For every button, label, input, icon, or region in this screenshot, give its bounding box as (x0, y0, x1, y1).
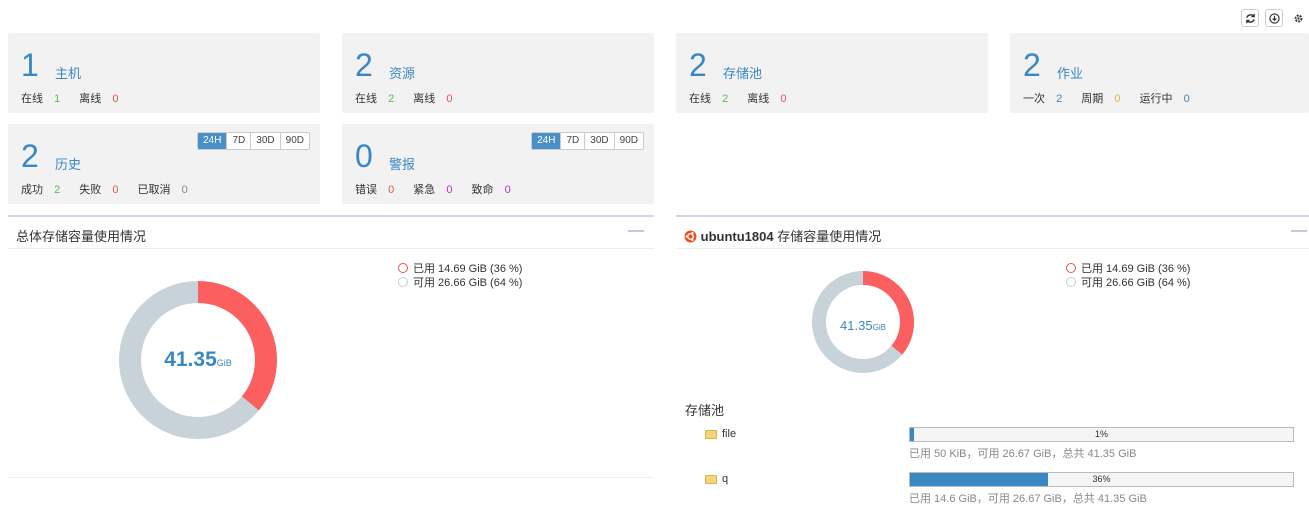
host-center-value: 41.35 (840, 318, 873, 333)
pool-usage-note: 已用 14.6 GiB，可用 26.67 GiB，总共 41.35 GiB (909, 493, 1147, 505)
pools-title[interactable]: 存储池 (723, 63, 762, 82)
pool-usage-bar: 36% (909, 472, 1294, 487)
download-icon (1268, 12, 1280, 24)
pool-name[interactable]: file (722, 428, 736, 440)
history-count: 2 (21, 138, 39, 174)
history-range-30d[interactable]: 30D (250, 133, 279, 149)
legend-free[interactable]: 可用 26.66 GiB (64 %) (1066, 275, 1190, 289)
alerts-title[interactable]: 警报 (389, 154, 415, 173)
hosts-title[interactable]: 主机 (55, 63, 81, 82)
history-range-90d[interactable]: 90D (279, 133, 309, 149)
history-range-selector: 24H 7D 30D 90D (197, 132, 310, 150)
refresh-button[interactable] (1241, 9, 1259, 27)
collapse-icon[interactable]: — (628, 222, 644, 240)
resources-card[interactable]: 2 资源 在线 2 离线 0 (342, 33, 654, 113)
settings-button[interactable] (1289, 9, 1307, 27)
total-center-unit: GiB (216, 358, 232, 368)
alerts-stats: 错误 0 紧急 0 致命 0 (355, 184, 511, 196)
total-storage-header: 总体存储容量使用情况 — (8, 217, 654, 249)
pool-item-q[interactable]: q (705, 473, 728, 485)
ubuntu-icon (684, 230, 697, 243)
alerts-range-90d[interactable]: 90D (613, 133, 643, 149)
history-title[interactable]: 历史 (55, 154, 81, 173)
alerts-range-7d[interactable]: 7D (560, 133, 584, 149)
alerts-range-30d[interactable]: 30D (584, 133, 613, 149)
hosts-count: 1 (21, 47, 39, 83)
pools-card[interactable]: 2 存储池 在线 2 离线 0 (676, 33, 988, 113)
pools-count: 2 (689, 47, 707, 83)
host-storage-panel: ubuntu1804 存储容量使用情况 — 41.35GiB 已用 14.69 … (676, 215, 1309, 513)
resources-title[interactable]: 资源 (389, 63, 415, 82)
jobs-title[interactable]: 作业 (1057, 63, 1083, 82)
total-storage-legend: 已用 14.69 GiB (36 %) 可用 26.66 GiB (64 %) (398, 261, 522, 289)
pool-item-file[interactable]: file (705, 428, 736, 440)
jobs-card[interactable]: 2 作业 一次 2 周期 0 运行中 0 (1010, 33, 1309, 113)
total-storage-title: 总体存储容量使用情况 (16, 229, 147, 244)
pool-usage-percent: 1% (1094, 429, 1108, 439)
download-button[interactable] (1265, 9, 1283, 27)
history-range-24h[interactable]: 24H (198, 133, 227, 149)
history-card[interactable]: 2 历史 24H 7D 30D 90D 成功 2 失败 0 已取消 0 (8, 124, 320, 204)
total-storage-center: 41.35GiB (158, 348, 238, 372)
resources-stats: 在线 2 离线 0 (355, 93, 453, 105)
hosts-card[interactable]: 1 主机 在线 1 离线 0 (8, 33, 320, 113)
alerts-range-selector: 24H 7D 30D 90D (531, 132, 644, 150)
host-center-unit: GiB (872, 323, 886, 332)
toolbar (1241, 9, 1307, 27)
refresh-icon (1245, 13, 1255, 23)
host-name[interactable]: ubuntu1804 (701, 229, 774, 244)
host-storage-legend: 已用 14.69 GiB (36 %) 可用 26.66 GiB (64 %) (1066, 261, 1190, 289)
total-center-value: 41.35 (164, 348, 217, 371)
resources-count: 2 (355, 47, 373, 83)
alerts-count: 0 (355, 138, 373, 174)
pools-stats: 在线 2 离线 0 (689, 93, 787, 105)
pool-usage-note: 已用 50 KiB，可用 26.67 GiB，总共 41.35 GiB (909, 448, 1137, 460)
history-range-7d[interactable]: 7D (226, 133, 250, 149)
jobs-stats: 一次 2 周期 0 运行中 0 (1023, 93, 1190, 105)
pool-usage-bar: 1% (909, 427, 1294, 442)
history-stats: 成功 2 失败 0 已取消 0 (21, 184, 188, 196)
jobs-count: 2 (1023, 47, 1041, 83)
legend-used[interactable]: 已用 14.69 GiB (36 %) (1066, 261, 1190, 275)
host-storage-center: 41.35GiB (833, 318, 893, 333)
host-storage-header: ubuntu1804 存储容量使用情况 — (676, 217, 1309, 249)
legend-free[interactable]: 可用 26.66 GiB (64 %) (398, 275, 522, 289)
folder-icon (705, 429, 717, 439)
host-storage-title: 存储容量使用情况 (777, 229, 882, 244)
collapse-icon[interactable]: — (1291, 222, 1307, 240)
pool-name[interactable]: q (722, 473, 728, 485)
legend-used[interactable]: 已用 14.69 GiB (36 %) (398, 261, 522, 275)
pools-heading: 存储池 (685, 403, 725, 418)
pool-usage-percent: 36% (1092, 474, 1111, 484)
alerts-card[interactable]: 0 警报 24H 7D 30D 90D 错误 0 紧急 0 致命 0 (342, 124, 654, 204)
folder-icon (705, 474, 717, 484)
gear-icon (1294, 14, 1302, 22)
alerts-range-24h[interactable]: 24H (532, 133, 561, 149)
hosts-stats: 在线 1 离线 0 (21, 93, 119, 105)
total-storage-panel: 总体存储容量使用情况 — 41.35GiB 已用 14.69 GiB (36 %… (8, 215, 654, 478)
